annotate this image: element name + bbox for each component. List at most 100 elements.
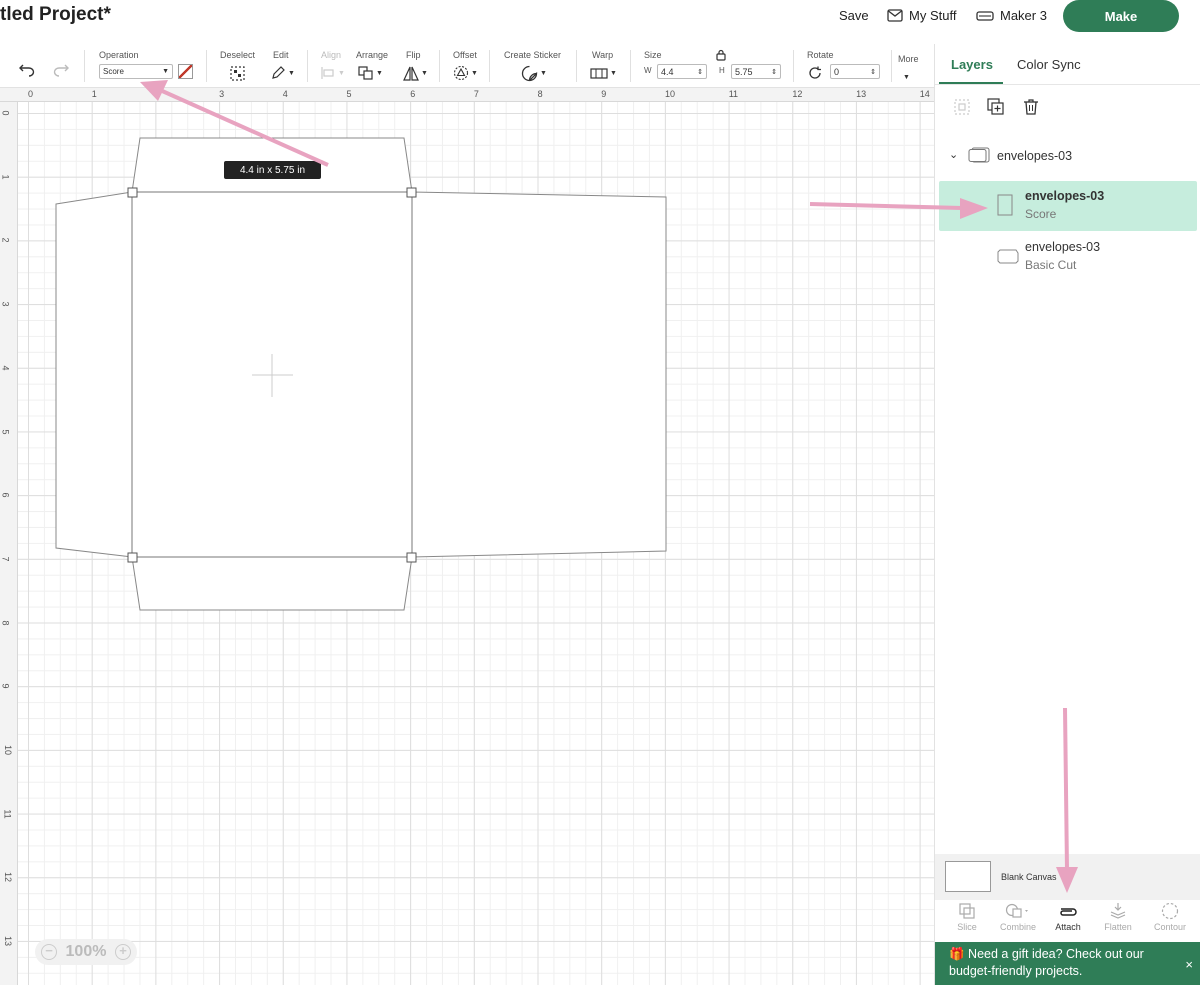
slice-label: Slice [957,922,977,932]
paperclip-icon [1060,908,1077,916]
pencil-icon [272,66,285,79]
chevron-down-icon: ▼ [376,69,383,77]
edit-button[interactable]: ▼ [270,64,295,82]
blank-canvas-thumbnail [945,861,991,892]
width-letter: W [644,66,652,75]
arrange-label: Arrange [356,50,389,60]
layer-operation: Score [1025,207,1057,221]
width-input[interactable]: 4.4 ⇕ [657,64,707,79]
trash-icon[interactable] [1022,98,1040,116]
machine-icon [976,10,994,21]
save-label: Save [839,8,869,23]
duplicate-icon[interactable] [987,98,1005,116]
operation-select[interactable]: Score ▼ [99,64,173,79]
rotate-label: Rotate [807,50,834,60]
chevron-down-icon: ▼ [610,69,617,77]
combine-label: Combine [999,922,1037,932]
offset-icon [453,65,469,81]
flatten-icon [1110,903,1126,919]
design-canvas[interactable]: 0 1 2 3 4 5 6 7 8 9 10 11 12 13 14 0 1 2 3 4 5 6 7 8 9 10 11 12 13 … [0,88,934,985]
stepper-icon: ⇕ [697,68,703,76]
tab-layers[interactable]: Layers [951,57,993,72]
rotate-icon [809,66,821,79]
edit-toolbar: Operation Score ▼ Deselect Edit ▼ Align … [0,44,934,88]
layer-name: envelopes-03 [1025,189,1105,203]
width-value: 4.4 [661,66,674,77]
height-input[interactable]: 5.75 ⇕ [731,64,781,79]
offset-label: Offset [453,50,477,60]
operation-color-swatch[interactable] [178,64,193,79]
rotate-input[interactable]: 0 ⇕ [830,64,880,79]
offset-button[interactable]: ▼ [453,64,478,82]
chevron-down-icon: ▼ [471,69,478,77]
left-flap[interactable] [55,191,133,558]
align-icon [321,67,334,79]
flip-button[interactable]: ▼ [403,64,428,82]
operation-value: Score [103,67,124,76]
layer-tools-bar: Slice Combine Attach Flatten Contour [935,900,1200,942]
close-icon[interactable]: × [1185,956,1193,973]
resize-handle[interactable] [127,187,138,198]
blank-canvas-row[interactable]: Blank Canvas [935,854,1200,900]
tab-color-sync[interactable]: Color Sync [1017,57,1081,72]
chevron-down-icon: ▼ [903,73,910,81]
my-stuff-label: My Stuff [909,8,957,23]
redo-icon [53,64,69,77]
contour-button[interactable]: Contour [1145,902,1195,932]
undo-icon [19,64,35,77]
right-flap[interactable] [411,191,667,558]
make-button[interactable]: Make [1063,0,1179,32]
group-name: envelopes-03 [997,149,1073,163]
save-button[interactable]: Save [839,8,869,23]
promo-banner[interactable]: 🎁 Need a gift idea? Check out our budget… [935,942,1200,985]
zoom-in-button[interactable]: + [114,944,131,960]
top-header: tled Project* Save My Stuff Maker 3 Make [0,0,1200,40]
arrange-button[interactable]: ▼ [358,64,383,82]
arrange-icon [358,66,373,80]
chevron-down-icon: ▼ [288,69,295,77]
envelope-icon [887,9,903,22]
zoom-control: − 100% + [35,939,137,965]
layer-item-basic-cut[interactable]: envelopes-03 Basic Cut [939,234,1197,280]
more-button[interactable]: ▼ [901,68,910,86]
my-stuff-button[interactable]: My Stuff [887,8,956,23]
flip-label: Flip [406,50,421,60]
machine-button[interactable]: Maker 3 [976,8,1047,23]
blank-canvas-label: Blank Canvas [1001,872,1057,882]
zoom-out-button[interactable]: − [41,944,57,960]
layer-operation: Basic Cut [1025,258,1077,272]
promo-text: 🎁 Need a gift idea? Check out our budget… [949,947,1144,978]
group-folder-icon [968,147,990,163]
resize-handle[interactable] [406,552,417,563]
make-label: Make [1104,8,1138,24]
slice-button[interactable]: Slice [942,902,992,932]
layer-shape-icon [997,194,1013,216]
envelope-design[interactable] [0,88,934,985]
attach-button[interactable]: Attach [1043,902,1093,932]
stepper-icon: ⇕ [870,68,876,76]
layer-item-score[interactable]: envelopes-03 Score [939,181,1197,231]
lock-icon[interactable] [716,49,726,61]
size-tooltip: 4.4 in x 5.75 in [224,161,321,179]
design-space-window: tled Project* Save My Stuff Maker 3 Make… [0,0,1200,985]
flatten-button[interactable]: Flatten [1093,902,1143,932]
chevron-down-icon: ▼ [540,69,547,77]
align-button[interactable]: ▼ [320,64,345,82]
resize-handle[interactable] [406,187,417,198]
contour-label: Contour [1153,922,1187,932]
combine-icon [1005,903,1028,918]
group-icon[interactable] [953,98,971,116]
size-label: Size [644,50,662,60]
stepper-icon: ⇕ [771,68,777,76]
deselect-button[interactable] [229,64,246,82]
combine-button[interactable]: Combine [993,902,1043,932]
create-sticker-button[interactable]: ▼ [521,64,547,82]
resize-handle[interactable] [127,552,138,563]
layer-shape-icon [997,249,1019,264]
layer-group[interactable]: ⌄ envelopes-03 [939,140,1197,172]
bottom-flap[interactable] [131,556,413,611]
warp-button[interactable]: ▼ [590,64,617,82]
chevron-down-icon: ▼ [421,69,428,77]
height-letter: H [719,66,725,75]
chevron-down-icon[interactable]: ⌄ [949,148,958,161]
